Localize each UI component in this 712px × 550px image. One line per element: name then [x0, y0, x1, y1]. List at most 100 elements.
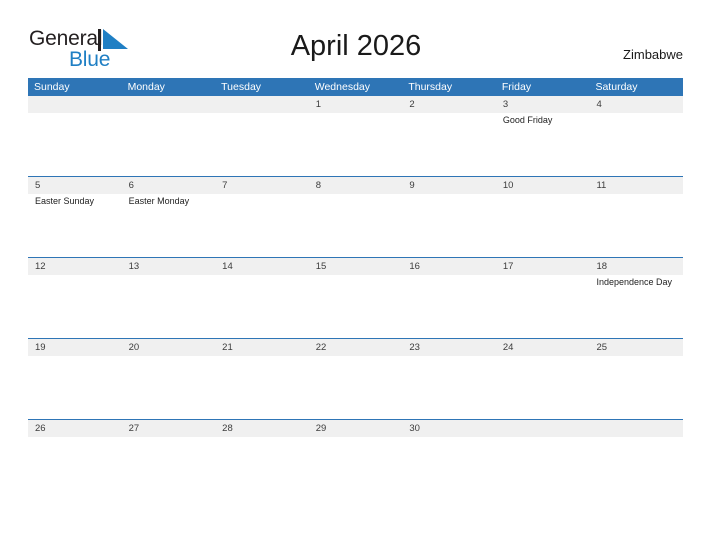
day-cell[interactable]: [215, 437, 309, 447]
day-number[interactable]: 27: [122, 420, 216, 437]
day-number[interactable]: 8: [309, 177, 403, 194]
day-cell[interactable]: [589, 437, 683, 447]
day-cell[interactable]: [589, 356, 683, 419]
week-event-band: Good Friday: [28, 113, 683, 176]
day-cell[interactable]: [402, 437, 496, 447]
day-number[interactable]: 29: [309, 420, 403, 437]
weekday-header-monday: Monday: [127, 81, 165, 93]
day-cell[interactable]: [589, 194, 683, 257]
weekday-header-row: Sunday Monday Tuesday Wednesday Thursday…: [28, 78, 683, 96]
day-cell[interactable]: [496, 356, 590, 419]
day-number[interactable]: 30: [402, 420, 496, 437]
day-cell[interactable]: [215, 194, 309, 257]
day-number[interactable]: 22: [309, 339, 403, 356]
day-cell[interactable]: [309, 275, 403, 338]
week-event-band: Easter Sunday Easter Monday: [28, 194, 683, 257]
week-date-band: 12 13 14 15 16 17 18: [28, 258, 683, 275]
day-number[interactable]: 12: [28, 258, 122, 275]
day-cell[interactable]: [122, 437, 216, 447]
day-number[interactable]: [122, 96, 216, 113]
day-cell[interactable]: [122, 275, 216, 338]
day-number[interactable]: 13: [122, 258, 216, 275]
day-number[interactable]: [496, 420, 590, 437]
day-cell[interactable]: [215, 275, 309, 338]
day-cell[interactable]: [496, 437, 590, 447]
day-number[interactable]: [215, 96, 309, 113]
day-number[interactable]: 6: [122, 177, 216, 194]
page-title: April 2026: [290, 30, 422, 62]
day-number[interactable]: 11: [589, 177, 683, 194]
day-cell[interactable]: [28, 356, 122, 419]
week-date-band: 26 27 28 29 30: [28, 420, 683, 437]
day-cell[interactable]: [402, 275, 496, 338]
day-number[interactable]: 25: [589, 339, 683, 356]
day-number[interactable]: 17: [496, 258, 590, 275]
calendar-week-row: 19 20 21 22 23 24 25: [28, 338, 683, 419]
weekday-header-friday: Friday: [501, 81, 532, 93]
day-event-text: Easter Monday: [128, 196, 190, 206]
day-number[interactable]: 15: [309, 258, 403, 275]
weekday-header-saturday: Saturday: [595, 81, 638, 93]
calendar-week-row: 26 27 28 29 30: [28, 419, 683, 447]
day-cell[interactable]: Easter Monday: [122, 194, 216, 257]
day-number[interactable]: 7: [215, 177, 309, 194]
day-number[interactable]: 5: [28, 177, 122, 194]
day-cell[interactable]: [215, 356, 309, 419]
day-cell[interactable]: [309, 194, 403, 257]
day-cell[interactable]: [215, 113, 309, 176]
day-number[interactable]: 1: [309, 96, 403, 113]
day-number[interactable]: 21: [215, 339, 309, 356]
week-date-band: 19 20 21 22 23 24 25: [28, 339, 683, 356]
day-number[interactable]: 28: [215, 420, 309, 437]
calendar-region-label: Zimbabwe: [623, 47, 683, 62]
day-number[interactable]: 16: [402, 258, 496, 275]
week-event-band: [28, 437, 683, 447]
weekday-header-sunday: Sunday: [34, 81, 70, 93]
day-cell[interactable]: Good Friday: [496, 113, 590, 176]
day-event-text: Independence Day: [596, 277, 673, 287]
day-cell[interactable]: [496, 194, 590, 257]
day-number[interactable]: [28, 96, 122, 113]
day-number[interactable]: 26: [28, 420, 122, 437]
day-number[interactable]: 3: [496, 96, 590, 113]
day-number[interactable]: 24: [496, 339, 590, 356]
day-cell[interactable]: [309, 356, 403, 419]
day-cell[interactable]: [309, 437, 403, 447]
day-number[interactable]: 18: [589, 258, 683, 275]
day-number[interactable]: 9: [402, 177, 496, 194]
day-number[interactable]: 2: [402, 96, 496, 113]
day-cell[interactable]: Independence Day: [589, 275, 683, 338]
day-number[interactable]: 19: [28, 339, 122, 356]
day-cell[interactable]: [309, 113, 403, 176]
weekday-header-wednesday: Wednesday: [314, 81, 370, 93]
day-cell[interactable]: [28, 113, 122, 176]
day-cell[interactable]: [589, 113, 683, 176]
day-event-text: Easter Sunday: [35, 196, 95, 206]
week-date-band: 5 6 7 8 9 10 11: [28, 177, 683, 194]
week-date-band: 1 2 3 4: [28, 96, 683, 113]
day-cell[interactable]: [122, 113, 216, 176]
day-cell[interactable]: [402, 356, 496, 419]
calendar-week-row: 5 6 7 8 9 10 11 Easter Sunday Easter Mon…: [28, 176, 683, 257]
day-event-text: Good Friday: [502, 115, 553, 125]
calendar-week-row: 1 2 3 4 Good Friday: [28, 96, 683, 176]
day-cell[interactable]: [122, 356, 216, 419]
day-cell[interactable]: [28, 437, 122, 447]
day-cell[interactable]: [402, 194, 496, 257]
weekday-header-thursday: Thursday: [408, 81, 453, 93]
day-number[interactable]: [589, 420, 683, 437]
day-number[interactable]: 23: [402, 339, 496, 356]
day-cell[interactable]: [496, 275, 590, 338]
day-cell[interactable]: Easter Sunday: [28, 194, 122, 257]
day-cell[interactable]: [402, 113, 496, 176]
weekday-header-tuesday: Tuesday: [221, 81, 262, 93]
calendar-week-row: 12 13 14 15 16 17 18 Independence Day: [28, 257, 683, 338]
day-number[interactable]: 20: [122, 339, 216, 356]
day-number[interactable]: 10: [496, 177, 590, 194]
calendar-grid: Sunday Monday Tuesday Wednesday Thursday…: [28, 78, 683, 447]
day-number[interactable]: 14: [215, 258, 309, 275]
week-event-band: Independence Day: [28, 275, 683, 338]
page-header: General Blue April 2026 Zimbabwe: [0, 0, 712, 78]
day-number[interactable]: 4: [589, 96, 683, 113]
day-cell[interactable]: [28, 275, 122, 338]
